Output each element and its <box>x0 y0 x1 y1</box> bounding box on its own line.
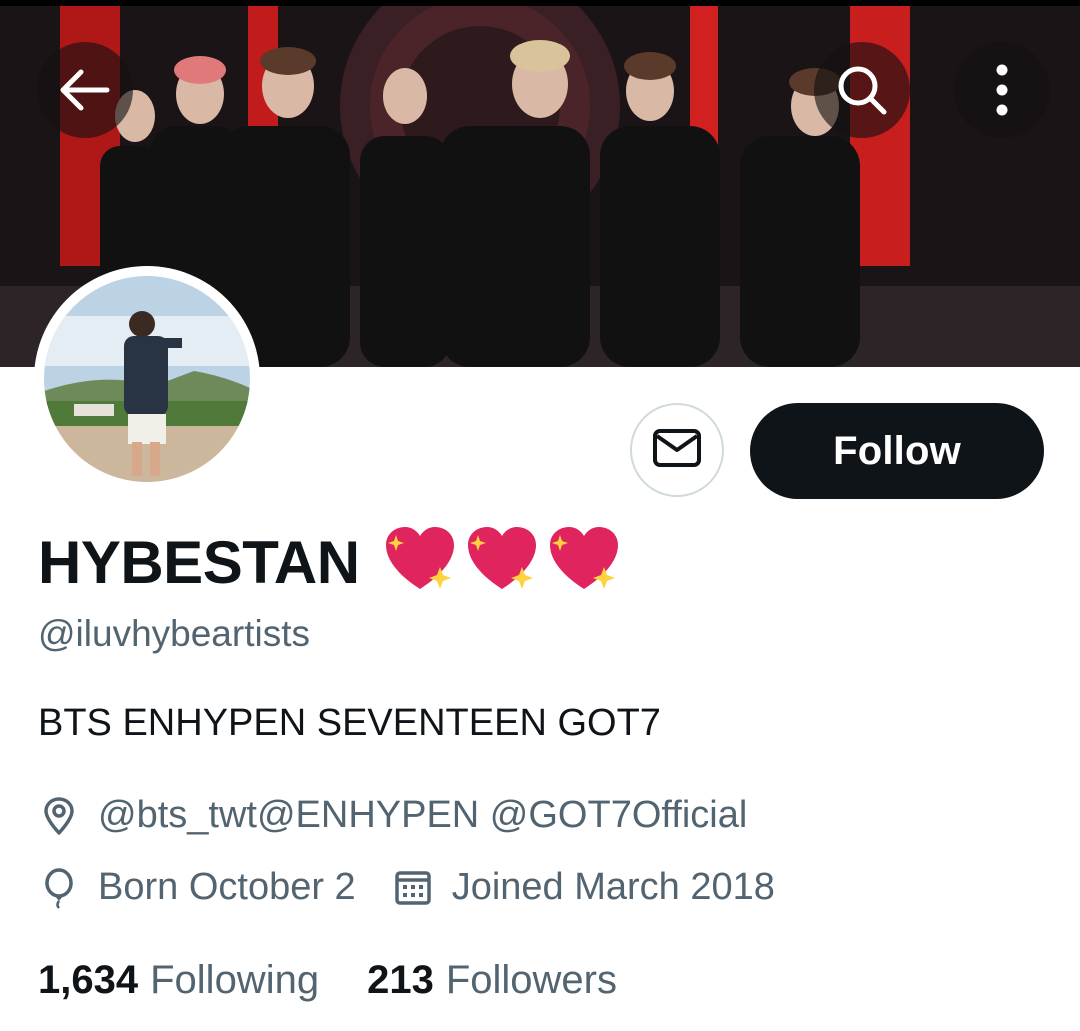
calendar-icon <box>392 867 434 909</box>
profile-stats: 1,634 Following 213 Followers <box>38 958 617 1003</box>
display-name: HYBESTAN <box>38 528 360 596</box>
more-vertical-icon <box>992 62 1012 118</box>
message-button[interactable] <box>630 403 724 497</box>
profile-name-row: HYBESTAN <box>38 526 622 598</box>
follow-button[interactable]: Follow <box>750 403 1044 499</box>
sparkling-heart-icon <box>464 525 540 600</box>
joined-item: Joined March 2018 <box>392 866 775 909</box>
name-emoji-group <box>382 525 622 600</box>
following-label[interactable]: Following <box>150 958 319 1003</box>
profile-dates-row: Born October 2 Joined March 2018 <box>38 866 775 909</box>
more-options-button[interactable] <box>954 42 1050 138</box>
profile-joined-date: Joined March 2018 <box>451 866 775 908</box>
envelope-icon <box>652 428 702 473</box>
sparkling-heart-icon <box>382 525 458 600</box>
avatar-image <box>44 276 250 482</box>
balloon-icon <box>38 867 80 909</box>
profile-bio: BTS ENHYPEN SEVENTEEN GOT7 <box>38 702 661 744</box>
sparkling-heart-icon <box>546 525 622 600</box>
location-pin-icon <box>38 795 80 837</box>
avatar[interactable] <box>34 266 260 492</box>
followers-label[interactable]: Followers <box>446 958 617 1003</box>
following-count[interactable]: 1,634 <box>38 958 138 1003</box>
back-button[interactable] <box>37 42 133 138</box>
profile-location-row: @bts_twt@ENHYPEN @GOT7Official <box>38 794 747 837</box>
birthday-item: Born October 2 <box>38 866 356 909</box>
profile-handle: @iluvhybeartists <box>38 613 310 654</box>
followers-count[interactable]: 213 <box>367 958 434 1003</box>
search-icon <box>834 62 890 118</box>
profile-location[interactable]: @bts_twt@ENHYPEN @GOT7Official <box>98 794 747 837</box>
profile-birthday: Born October 2 <box>98 866 356 908</box>
arrow-left-icon <box>57 66 113 114</box>
search-button[interactable] <box>814 42 910 138</box>
